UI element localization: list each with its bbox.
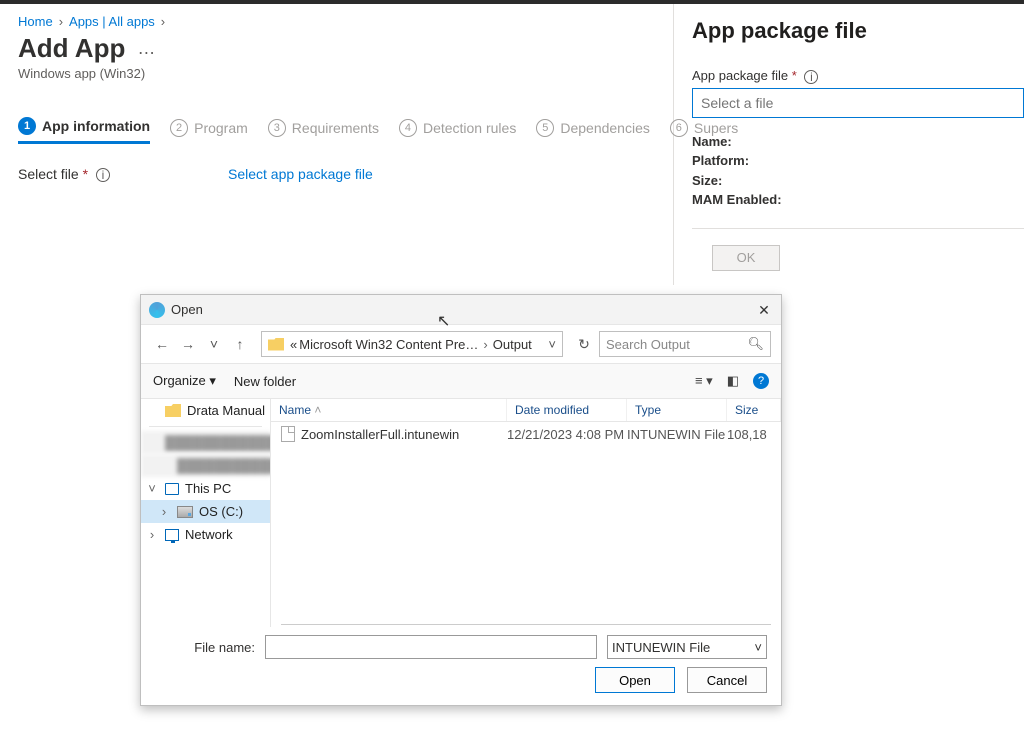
open-button[interactable]: Open (595, 667, 675, 693)
filename-input[interactable] (265, 635, 597, 659)
up-button[interactable]: ↑ (229, 333, 251, 355)
search-input[interactable]: Search Output 🔍︎ (599, 331, 771, 357)
tree-item-redacted[interactable]: ████████████ (141, 431, 270, 454)
breadcrumb-home[interactable]: Home (18, 14, 53, 29)
tab-detection-rules[interactable]: 4Detection rules (399, 119, 516, 143)
app-icon (149, 302, 165, 318)
package-metadata: Name: Platform: Size: MAM Enabled: (692, 132, 1024, 210)
filename-label: File name: (155, 640, 255, 655)
search-icon: 🔍︎ (747, 336, 764, 352)
pc-icon (165, 483, 179, 495)
folder-icon (165, 404, 181, 417)
path-dropdown-icon[interactable]: ˅ (548, 337, 556, 352)
page-title: Add App (18, 33, 125, 64)
app-package-file-input[interactable] (692, 88, 1024, 118)
chevron-right-icon: › (161, 14, 165, 29)
title-menu-button[interactable]: … (137, 38, 157, 59)
folder-icon (268, 338, 284, 351)
sidepanel-title: App package file (692, 18, 1024, 44)
ok-button[interactable]: OK (712, 245, 780, 271)
file-icon (281, 426, 295, 442)
page-subtitle: Windows app (Win32) (18, 66, 655, 81)
info-icon[interactable]: i (804, 70, 818, 84)
select-file-label: Select file * i (18, 166, 228, 182)
tree-item-drata[interactable]: Drata Manual (141, 399, 270, 422)
expand-icon[interactable]: ˅ (147, 481, 157, 496)
disk-icon (177, 506, 193, 518)
tree-item-network[interactable]: ›Network (141, 523, 270, 546)
close-button[interactable]: ✕ (753, 299, 775, 321)
tab-requirements[interactable]: 3Requirements (268, 119, 379, 143)
tab-program[interactable]: 2Program (170, 119, 248, 143)
tree-item-this-pc[interactable]: ˅This PC (141, 477, 270, 500)
network-icon (165, 529, 179, 541)
column-date[interactable]: Date modified (507, 399, 627, 421)
forward-button[interactable]: → (177, 333, 199, 355)
select-app-package-link[interactable]: Select app package file (228, 166, 373, 182)
cancel-button[interactable]: Cancel (687, 667, 767, 693)
folder-tree: Drata Manual ████████████ ████████████ ˅… (141, 399, 271, 627)
wizard-tabs: 1App information 2Program 3Requirements … (18, 117, 655, 144)
view-options-button[interactable]: ≡ ▾ (695, 373, 713, 389)
address-bar[interactable]: « Microsoft Win32 Content Pre… › Output … (261, 331, 563, 357)
tree-item-os-c[interactable]: ›OS (C:) (141, 500, 270, 523)
filetype-select[interactable]: INTUNEWIN File˅ (607, 635, 767, 659)
back-button[interactable]: ← (151, 333, 173, 355)
expand-icon[interactable]: › (147, 527, 157, 542)
file-row[interactable]: ZoomInstallerFull.intunewin 12/21/2023 4… (271, 422, 781, 446)
column-size[interactable]: Size (727, 399, 781, 421)
chevron-right-icon[interactable]: › (480, 337, 490, 352)
refresh-button[interactable]: ↻ (573, 333, 595, 355)
tab-app-information[interactable]: 1App information (18, 117, 150, 144)
file-open-dialog: Open ↖ ✕ ← → ˅ ↑ « Microsoft Win32 Conte… (140, 294, 782, 706)
dialog-title: Open (171, 302, 203, 317)
chevron-right-icon: › (59, 14, 63, 29)
new-folder-button[interactable]: New folder (234, 374, 296, 389)
tab-dependencies[interactable]: 5Dependencies (536, 119, 650, 143)
info-icon[interactable]: i (96, 168, 110, 182)
breadcrumb: Home › Apps | All apps › (18, 14, 655, 29)
app-package-file-label: App package file * i (692, 68, 1024, 84)
recent-button[interactable]: ˅ (203, 333, 225, 355)
preview-pane-button[interactable]: ◧ (727, 373, 739, 389)
breadcrumb-apps[interactable]: Apps | All apps (69, 14, 155, 29)
organize-menu[interactable]: Organize ▾ (153, 373, 216, 389)
help-button[interactable]: ? (753, 373, 769, 389)
expand-icon[interactable]: › (159, 504, 169, 519)
column-type[interactable]: Type (627, 399, 727, 421)
tree-item-redacted[interactable]: ████████████ (141, 454, 270, 477)
column-name[interactable]: Name ˄ (271, 399, 507, 421)
